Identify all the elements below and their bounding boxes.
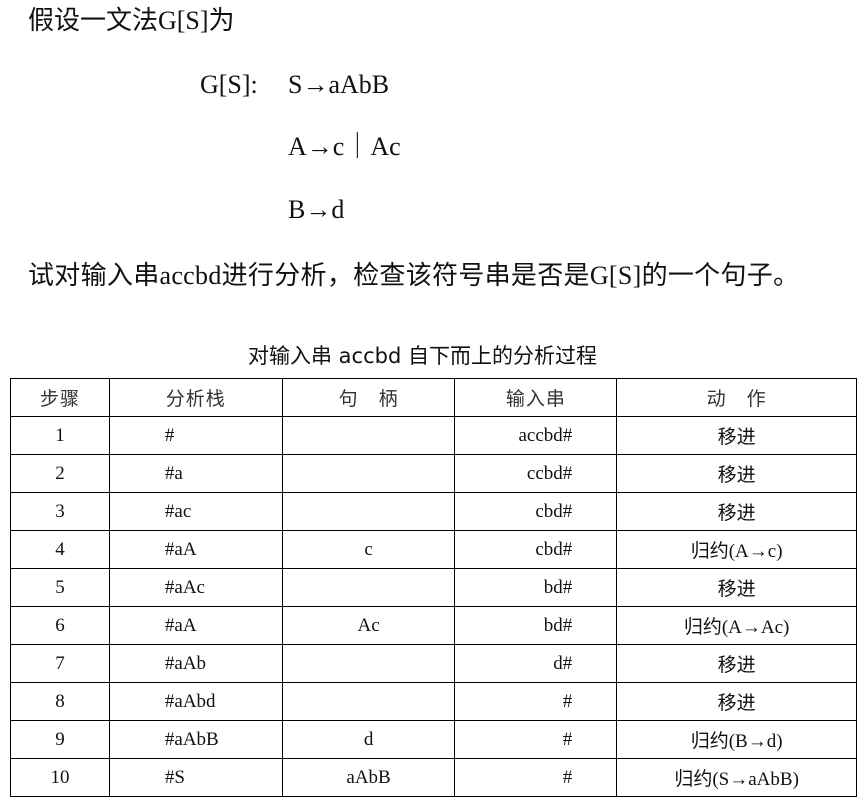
cell-step: 10 [10,758,110,797]
cell-action: 归约(B→d) [616,720,857,759]
cell-action: 移进 [616,454,857,493]
cell-action: 移进 [616,416,857,455]
cell-input: # [454,682,618,721]
cell-stack: #a [108,454,283,493]
cell-handle [281,492,456,531]
cell-handle: d [281,720,456,759]
cell-input: ccbd# [454,454,618,493]
header-input: 输入串 [454,378,618,417]
table-caption: 对输入串 accbd 自下而上的分析过程 [248,344,597,368]
cell-handle: aAbB [281,758,456,797]
cell-stack: # [108,416,283,455]
parse-table: 步骤 分析栈 句 柄 输入串 动 作 1 # accbd# 移进 2 #a ccbd# 移进 3… [10,378,857,797]
table-body: 1 # accbd# 移进 2 #a ccbd# 移进 3 #ac cbd# 移进 4 #aA c cbd# 归… [10,416,857,797]
table-row: 10 #S aAbB # 归约(S→aAbB) [10,758,857,797]
cell-stack: #aAb [108,644,283,683]
cell-input: bd# [454,606,618,645]
header-stack: 分析栈 [108,378,283,417]
cell-action: 归约(S→aAbB) [616,758,857,797]
cell-stack: #aAbB [108,720,283,759]
cell-handle: c [281,530,456,569]
cell-handle [281,416,456,455]
table-row: 4 #aA c cbd# 归约(A→c) [10,530,857,569]
grammar-rule-a: A→c｜Ac [288,132,401,161]
cell-action: 移进 [616,644,857,683]
cell-action: 移进 [616,682,857,721]
cell-stack: #aAbd [108,682,283,721]
cell-action: 移进 [616,568,857,607]
header-step: 步骤 [10,378,110,417]
cell-input: # [454,720,618,759]
cell-input: cbd# [454,492,618,531]
cell-action: 归约(A→c) [616,530,857,569]
table-row: 2 #a ccbd# 移进 [10,454,857,493]
header-handle: 句 柄 [281,378,456,417]
header-action: 动 作 [616,378,857,417]
cell-input: cbd# [454,530,618,569]
table-row: 5 #aAc bd# 移进 [10,568,857,607]
cell-stack: #aAc [108,568,283,607]
cell-handle [281,454,456,493]
cell-step: 6 [10,606,110,645]
cell-handle [281,568,456,607]
question-text: 试对输入串accbd进行分析，检查该符号串是否是G[S]的一个句子。 [28,261,800,290]
table-row: 8 #aAbd # 移进 [10,682,857,721]
table-row: 3 #ac cbd# 移进 [10,492,857,531]
cell-stack: #ac [108,492,283,531]
cell-input: # [454,758,618,797]
cell-action: 移进 [616,492,857,531]
cell-step: 5 [10,568,110,607]
cell-step: 2 [10,454,110,493]
grammar-rule-s: S→aAbB [288,70,390,99]
cell-step: 4 [10,530,110,569]
table-header-row: 步骤 分析栈 句 柄 输入串 动 作 [10,378,857,417]
table-row: 9 #aAbB d # 归约(B→d) [10,720,857,759]
cell-handle [281,644,456,683]
grammar-label: G[S]: [200,70,258,99]
intro-text: 假设一文法G[S]为 [28,6,235,35]
cell-stack: #S [108,758,283,797]
cell-action: 归约(A→Ac) [616,606,857,645]
table-row: 7 #aAb d# 移进 [10,644,857,683]
cell-handle: Ac [281,606,456,645]
cell-stack: #aA [108,606,283,645]
cell-step: 1 [10,416,110,455]
cell-input: accbd# [454,416,618,455]
cell-input: d# [454,644,618,683]
table-row: 1 # accbd# 移进 [10,416,857,455]
grammar-rule-b: B→d [288,195,345,224]
cell-step: 3 [10,492,110,531]
cell-step: 9 [10,720,110,759]
cell-stack: #aA [108,530,283,569]
cell-input: bd# [454,568,618,607]
cell-step: 7 [10,644,110,683]
table-row: 6 #aA Ac bd# 归约(A→Ac) [10,606,857,645]
cell-handle [281,682,456,721]
cell-step: 8 [10,682,110,721]
